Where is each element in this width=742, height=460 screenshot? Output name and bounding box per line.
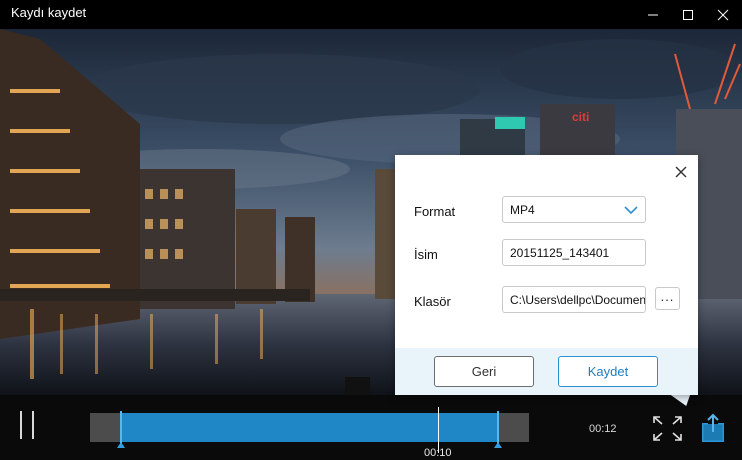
- save-button[interactable]: Kaydet: [558, 356, 658, 387]
- chevron-down-icon: [624, 206, 638, 215]
- pause-button[interactable]: [18, 411, 38, 439]
- format-select[interactable]: MP4: [502, 196, 646, 223]
- fullscreen-icon: [653, 416, 682, 441]
- dialog-footer: Geri Kaydet: [395, 348, 698, 395]
- folder-label: Klasör: [414, 294, 451, 309]
- duration-time: 00:12: [589, 423, 617, 435]
- export-button[interactable]: [700, 413, 726, 443]
- save-button-label: Kaydet: [587, 364, 629, 379]
- close-icon: [717, 9, 729, 20]
- folder-value: C:\Users\dellpc\Documents: [510, 292, 646, 307]
- close-icon: [675, 166, 687, 178]
- back-button[interactable]: Geri: [434, 356, 534, 387]
- maximize-button[interactable]: [671, 0, 705, 29]
- trim-end-handle[interactable]: [497, 411, 499, 444]
- trim-start-handle[interactable]: [120, 411, 122, 444]
- window-title: Kaydı kaydet: [11, 5, 87, 20]
- folder-input[interactable]: C:\Users\dellpc\Documents: [502, 286, 646, 313]
- minimize-button[interactable]: [636, 0, 670, 29]
- dialog-close-button[interactable]: [672, 163, 690, 181]
- fullscreen-button[interactable]: [652, 415, 683, 442]
- format-value: MP4: [510, 202, 535, 217]
- billboard-text: citi: [572, 110, 589, 124]
- name-value: 20151125_143401: [510, 245, 610, 260]
- player-controls: 00:10 00:12: [0, 395, 742, 460]
- back-button-label: Geri: [471, 364, 497, 379]
- selection-range: [121, 413, 499, 442]
- name-label: İsim: [414, 247, 438, 262]
- close-button[interactable]: [706, 0, 740, 29]
- title-bar: Kaydı kaydet: [0, 0, 742, 29]
- save-dialog: Format MP4 İsim 20151125_143401 Klasör C…: [395, 155, 698, 395]
- trim-end-marker-icon: [494, 442, 502, 448]
- share-export-icon: [702, 413, 724, 442]
- maximize-icon: [683, 9, 693, 20]
- pause-icon: [20, 411, 22, 439]
- name-input[interactable]: 20151125_143401: [502, 239, 646, 266]
- format-label: Format: [414, 204, 456, 219]
- timeline[interactable]: [90, 407, 529, 453]
- browse-folder-button[interactable]: ...: [655, 287, 680, 310]
- browse-label: ...: [660, 288, 675, 304]
- minimize-icon: [648, 14, 658, 15]
- trim-start-marker-icon: [117, 442, 125, 448]
- current-time: 00:10: [424, 447, 452, 459]
